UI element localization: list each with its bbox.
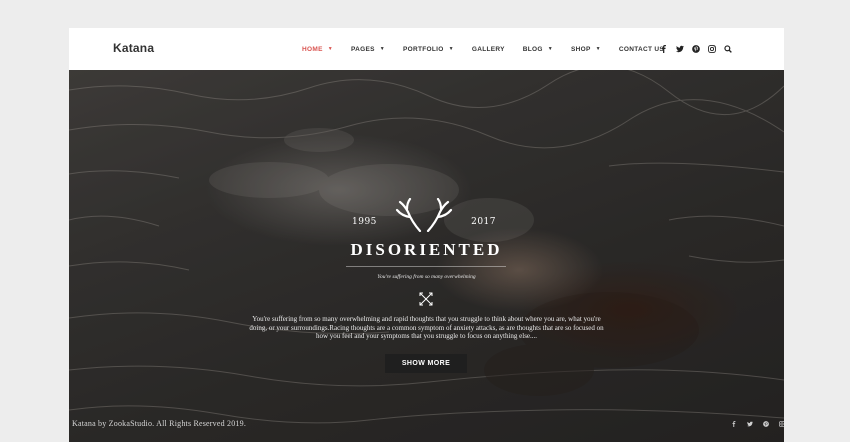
- footer-social-links: [726, 417, 784, 431]
- title-divider: [346, 266, 506, 267]
- nav-item-gallery[interactable]: GALLERY: [472, 46, 505, 53]
- main-nav: HOME ▼ PAGES ▼ PORTFOLIO ▼ GALLERY BLOG …: [302, 28, 682, 70]
- hero-description: You're suffering from so many overwhelmi…: [249, 315, 604, 341]
- facebook-icon[interactable]: [656, 41, 672, 57]
- pinterest-icon[interactable]: [758, 417, 774, 431]
- crossed-arrows-icon: [419, 292, 433, 306]
- twitter-icon[interactable]: [672, 41, 688, 57]
- antlers-icon: [395, 198, 453, 232]
- caret-down-icon: ▼: [379, 46, 385, 52]
- twitter-icon[interactable]: [742, 417, 758, 431]
- nav-item-label: BLOG: [522, 45, 543, 53]
- nav-item-blog[interactable]: BLOG ▼: [523, 46, 553, 53]
- site-logo[interactable]: Katana: [113, 41, 154, 55]
- nav-item-label: HOME: [302, 45, 323, 53]
- show-more-button[interactable]: SHOW MORE: [385, 354, 467, 373]
- nav-item-pages[interactable]: PAGES ▼: [351, 46, 385, 53]
- search-icon[interactable]: [720, 41, 736, 57]
- nav-item-home[interactable]: HOME ▼: [302, 46, 333, 53]
- caret-down-icon: ▼: [547, 46, 554, 52]
- caret-down-icon: ▼: [595, 46, 601, 52]
- year-start: 1995: [352, 217, 377, 227]
- nav-item-label: PORTFOLIO: [402, 45, 444, 53]
- hero-tagline: You're suffering from so many overwhelmi…: [377, 274, 476, 280]
- caret-down-icon: ▼: [327, 46, 333, 52]
- caret-down-icon: ▼: [448, 46, 454, 52]
- nav-item-portfolio[interactable]: PORTFOLIO ▼: [403, 46, 454, 53]
- nav-item-label: GALLERY: [471, 45, 505, 53]
- nav-item-label: PAGES: [350, 45, 375, 53]
- year-end: 2017: [471, 217, 496, 227]
- instagram-icon[interactable]: [774, 417, 784, 431]
- site-header: Katana HOME ▼ PAGES ▼ PORTFOLIO ▼ GALLER…: [69, 28, 784, 70]
- nav-item-shop[interactable]: SHOP ▼: [571, 46, 601, 53]
- pinterest-icon[interactable]: [688, 41, 704, 57]
- copyright-text: Katana by ZookaStudio. All Rights Reserv…: [72, 419, 247, 428]
- instagram-icon[interactable]: [704, 41, 720, 57]
- header-social-links: [656, 28, 736, 70]
- hero-title: DISORIENTED: [350, 240, 503, 259]
- facebook-icon[interactable]: [726, 417, 742, 431]
- website-frame: Katana HOME ▼ PAGES ▼ PORTFOLIO ▼ GALLER…: [69, 28, 784, 442]
- nav-item-label: SHOP: [571, 45, 591, 53]
- hero-emblem: 1995 2017: [339, 198, 509, 238]
- hero-section: 1995 2017 DISORIENTED You're suffering f…: [69, 70, 784, 442]
